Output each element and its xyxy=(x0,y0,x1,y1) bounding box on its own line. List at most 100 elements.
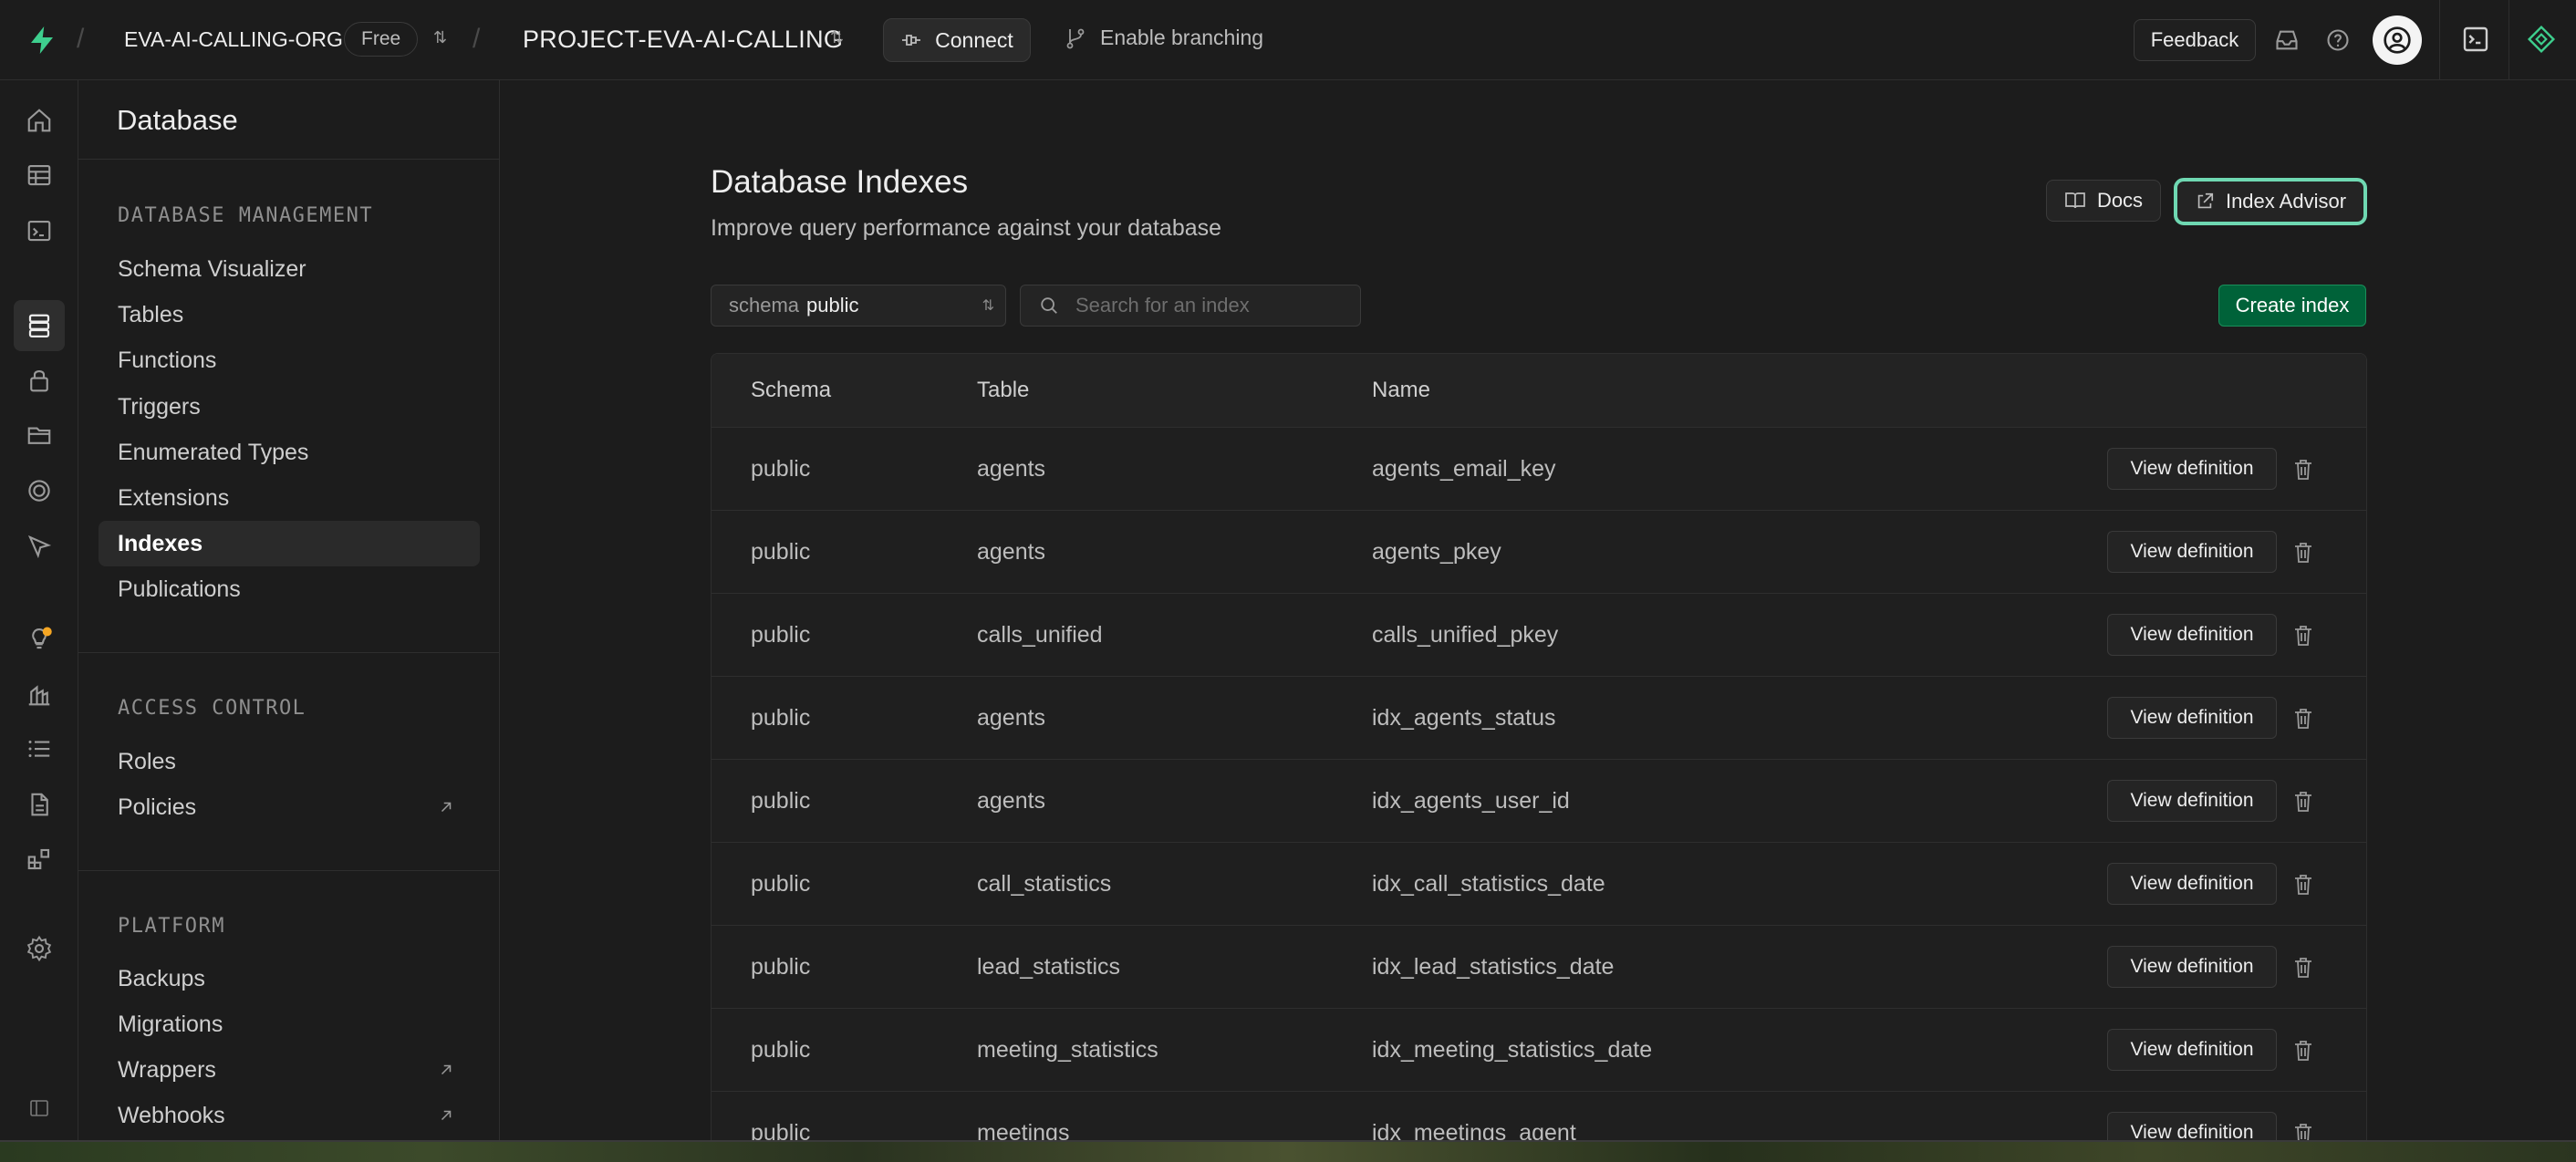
rail-sql-editor[interactable] xyxy=(21,213,57,249)
cell-schema: public xyxy=(751,1037,811,1063)
rail-api-docs[interactable] xyxy=(21,786,57,823)
column-header-name: Name xyxy=(1372,378,1431,402)
trash-icon[interactable] xyxy=(2292,873,2314,897)
page-subtitle: Improve query performance against your d… xyxy=(711,215,1222,241)
rail-authentication[interactable] xyxy=(21,362,57,399)
rail-edge-functions[interactable] xyxy=(21,528,57,565)
cell-index-name: idx_meeting_statistics_date xyxy=(1372,1037,1653,1063)
column-header-schema: Schema xyxy=(751,378,832,402)
external-link-icon xyxy=(441,1064,452,1075)
sidebar-item-schema-visualizer[interactable]: Schema Visualizer xyxy=(99,246,480,292)
rail-database[interactable] xyxy=(14,300,65,351)
cell-schema: public xyxy=(751,456,811,482)
rail-collapse[interactable] xyxy=(21,1090,57,1126)
desktop-wallpaper-strip xyxy=(0,1142,2576,1162)
cell-index-name: idx_call_statistics_date xyxy=(1372,871,1605,897)
cell-table: agents xyxy=(977,705,1046,731)
section-access-control: ACCESS CONTROL xyxy=(118,697,306,720)
sidebar-item-backups[interactable]: Backups xyxy=(99,956,480,1001)
rail-reports[interactable] xyxy=(21,676,57,712)
supabase-logo-icon[interactable] xyxy=(26,24,58,57)
trash-icon[interactable] xyxy=(2292,624,2314,648)
org-name[interactable]: EVA-AI-CALLING-ORG xyxy=(124,27,343,52)
search-input[interactable] xyxy=(1075,294,1331,317)
database-icon xyxy=(28,314,50,337)
table-row: public agents idx_agents_user_id View defin… xyxy=(712,760,2366,843)
indexes-table: Schema Table Name public agents agents_ema… xyxy=(711,353,2367,1162)
view-definition-button[interactable]: View definition xyxy=(2107,448,2277,490)
sidebar-item-label: Policies xyxy=(118,794,197,820)
sidebar-item-wrappers[interactable]: Wrappers xyxy=(99,1047,480,1093)
realtime-icon xyxy=(28,480,50,502)
sidebar-item-roles[interactable]: Roles xyxy=(99,739,480,784)
rail-settings[interactable] xyxy=(21,930,57,967)
table-header: Schema Table Name xyxy=(712,354,2366,428)
terminal-icon[interactable] xyxy=(2461,25,2490,54)
view-definition-button[interactable]: View definition xyxy=(2107,697,2277,739)
lightbulb-icon xyxy=(32,627,52,649)
sidebar-item-migrations[interactable]: Migrations xyxy=(99,1001,480,1047)
table-icon xyxy=(27,164,51,186)
table-row: public lead_statistics idx_lead_statistics… xyxy=(712,926,2366,1009)
schema-selector-value: public xyxy=(806,294,859,316)
view-definition-button[interactable]: View definition xyxy=(2107,1029,2277,1071)
index-advisor-button[interactable]: Index Advisor xyxy=(2174,178,2367,225)
sidebar-item-enumerated-types[interactable]: Enumerated Types xyxy=(99,430,480,475)
table-row: public call_statistics idx_call_statistics… xyxy=(712,843,2366,926)
trash-icon[interactable] xyxy=(2292,956,2314,980)
section-platform: PLATFORM xyxy=(118,915,225,938)
org-switcher-chevron-icon[interactable]: ⇅ xyxy=(433,29,447,46)
rail-storage[interactable] xyxy=(21,417,57,453)
sidebar-item-triggers[interactable]: Triggers xyxy=(99,384,480,430)
docs-button[interactable]: Docs xyxy=(2046,180,2161,222)
view-definition-button[interactable]: View definition xyxy=(2107,614,2277,656)
trash-icon[interactable] xyxy=(2292,707,2314,731)
trash-icon[interactable] xyxy=(2292,1039,2314,1063)
cell-index-name: agents_email_key xyxy=(1372,456,1556,482)
view-definition-button[interactable]: View definition xyxy=(2107,946,2277,988)
assistant-diamond-icon[interactable] xyxy=(2527,25,2556,54)
cell-table: lead_statistics xyxy=(977,954,1121,980)
schema-selector[interactable]: schema public ⇅ xyxy=(711,285,1006,327)
trash-icon[interactable] xyxy=(2292,790,2314,814)
gear-icon xyxy=(26,935,52,962)
user-avatar[interactable] xyxy=(2373,16,2422,65)
sidebar-item-extensions[interactable]: Extensions xyxy=(99,475,480,521)
sidebar-item-indexes[interactable]: Indexes xyxy=(99,521,480,566)
section-database-management: DATABASE MANAGEMENT xyxy=(118,204,374,227)
cell-table: agents xyxy=(977,539,1046,565)
view-definition-button[interactable]: View definition xyxy=(2107,780,2277,822)
rail-home[interactable] xyxy=(21,102,57,139)
project-name[interactable]: PROJECT-EVA-AI-CALLING xyxy=(523,26,843,54)
cell-schema: public xyxy=(751,622,811,648)
sidebar-item-policies[interactable]: Policies xyxy=(99,784,480,830)
rail-realtime[interactable] xyxy=(21,472,57,509)
trash-icon[interactable] xyxy=(2292,458,2314,482)
index-search[interactable] xyxy=(1020,285,1361,327)
rail-advisors[interactable] xyxy=(21,620,57,657)
cell-index-name: idx_agents_user_id xyxy=(1372,788,1570,814)
rail-integrations[interactable] xyxy=(21,841,57,877)
connect-button[interactable]: Connect xyxy=(883,18,1031,62)
view-definition-button[interactable]: View definition xyxy=(2107,531,2277,573)
cell-schema: public xyxy=(751,871,811,897)
lock-icon xyxy=(30,369,48,392)
column-header-table: Table xyxy=(977,378,1030,402)
project-switcher-chevron-icon[interactable]: ⇅ xyxy=(830,29,844,46)
sidebar-item-functions[interactable]: Functions xyxy=(99,337,480,383)
feedback-button[interactable]: Feedback xyxy=(2134,19,2256,61)
rail-logs[interactable] xyxy=(21,731,57,767)
trash-icon[interactable] xyxy=(2292,541,2314,565)
enable-branching-button[interactable]: Enable branching xyxy=(1065,26,1263,50)
help-icon[interactable] xyxy=(2325,27,2351,53)
inbox-icon[interactable] xyxy=(2274,27,2300,53)
table-row: public agents agents_pkey View definition xyxy=(712,511,2366,594)
rail-table-editor[interactable] xyxy=(21,157,57,193)
list-icon xyxy=(28,741,50,757)
create-index-button[interactable]: Create index xyxy=(2218,285,2366,327)
view-definition-button[interactable]: View definition xyxy=(2107,863,2277,905)
cell-index-name: idx_agents_status xyxy=(1372,705,1556,731)
sidebar-item-webhooks[interactable]: Webhooks xyxy=(99,1093,480,1138)
sidebar-item-publications[interactable]: Publications xyxy=(99,566,480,612)
sidebar-item-tables[interactable]: Tables xyxy=(99,292,480,337)
